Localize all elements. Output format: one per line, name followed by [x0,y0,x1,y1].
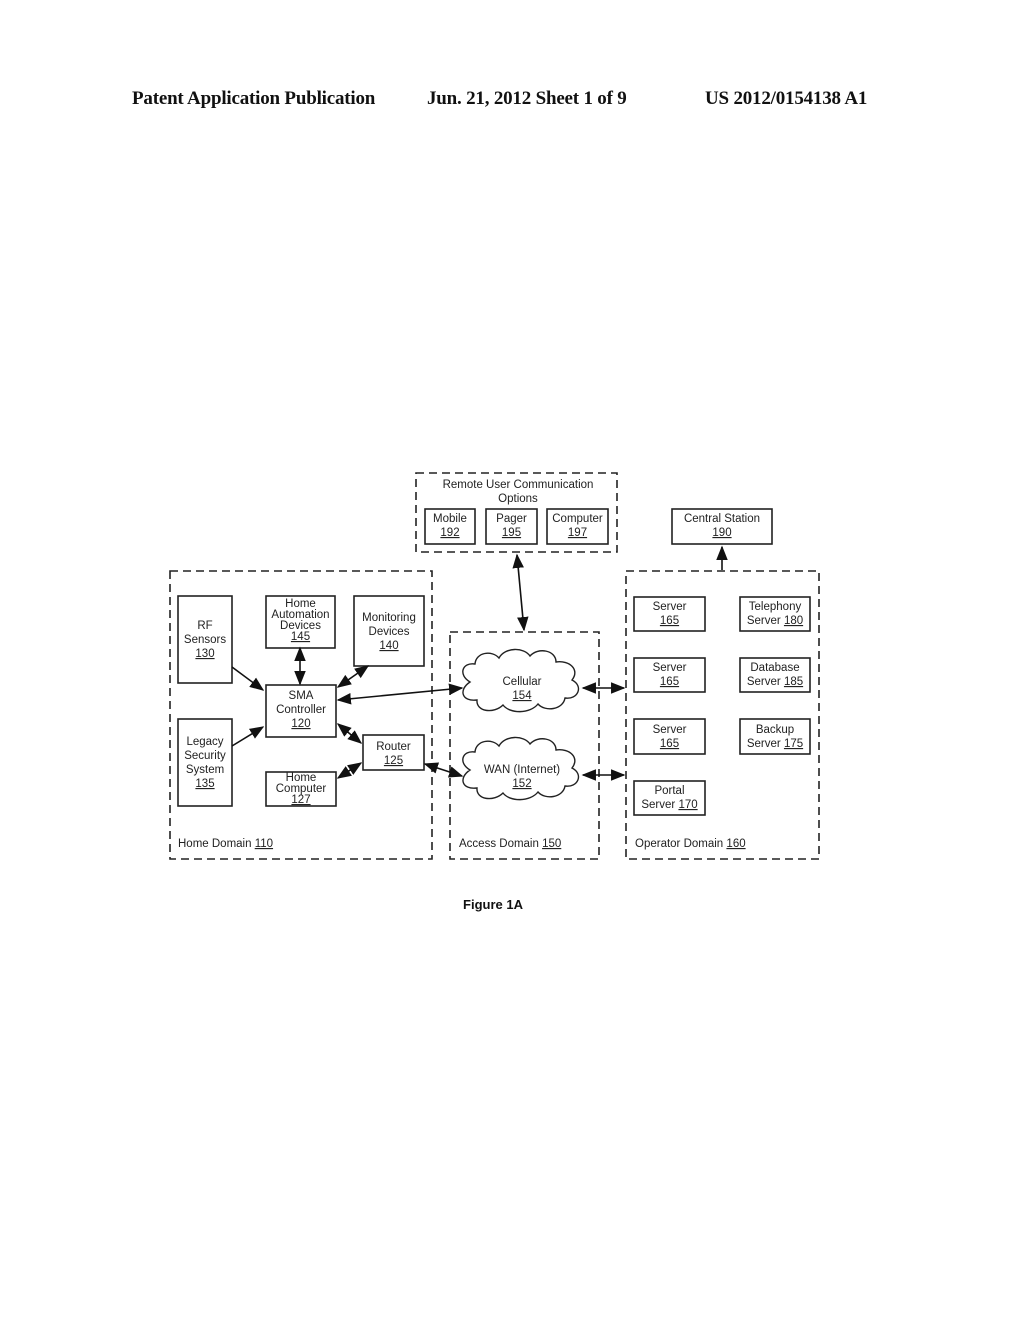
monitoring-ref: 140 [379,640,398,652]
backup-server-ref: Server 175 [747,738,803,750]
router-node: Router 125 [362,734,425,771]
sma-controller-ref: 120 [291,718,310,730]
wan-ref: 152 [512,778,531,790]
legacy-security-label: Legacy [186,736,223,748]
arrow-monitoring-sma [336,665,370,688]
portal-server-ref: Server 170 [641,799,697,811]
legacy-security-label: Security [184,750,226,762]
database-server-label: Database [750,662,799,674]
home-automation-ref: 145 [291,631,310,643]
arrow-legacy-to-sma [231,726,265,747]
rf-sensors-node: RF Sensors 130 [177,595,233,684]
arrow-computer-router [336,762,363,779]
home-domain-label: Home Domain 110 [178,838,273,850]
portal-server-node: Portal Server 170 [633,780,706,816]
legacy-security-node: Legacy Security System 135 [177,718,233,807]
rf-sensors-ref: 130 [195,648,214,660]
arrow-rf-to-sma [231,666,265,691]
arrow-router-wan [423,762,464,778]
home-computer-ref: 127 [291,794,310,806]
mobile-label: Mobile [433,513,467,525]
server-1-node: Server 165 [633,596,706,632]
remote-options-title-2: Options [498,493,538,505]
computer-ref: 197 [568,527,587,539]
rf-sensors-label: RF [197,620,212,632]
monitoring-node: Monitoring Devices 140 [353,595,425,667]
pager-ref: 195 [502,527,521,539]
sma-controller-node: SMA Controller 120 [265,684,337,738]
telephony-server-label: Telephony [749,601,802,613]
arrow-sma-router [336,723,363,744]
server-2-node: Server 165 [633,657,706,693]
router-ref: 125 [384,755,403,767]
server-3-node: Server 165 [633,718,706,755]
cellular-label: Cellular [503,676,542,688]
backup-server-node: Backup Server 175 [739,718,811,755]
computer-label: Computer [552,513,603,525]
server-2-ref: 165 [660,676,679,688]
cellular-ref: 154 [512,690,532,702]
operator-domain-label: Operator Domain 160 [635,838,746,850]
mobile-node: Mobile 192 [424,508,476,545]
router-label: Router [376,741,411,753]
figure-caption: Figure 1A [463,897,524,912]
pager-label: Pager [496,513,527,525]
arrow-sma-cellular [336,683,464,705]
server-1-ref: 165 [660,615,679,627]
home-computer-node: HomeComputer127 [265,771,337,807]
legacy-security-ref: 135 [195,778,214,790]
sma-controller-label: SMA [289,690,314,702]
access-domain-label: Access Domain 150 [459,838,561,850]
pager-node: Pager 195 [485,508,538,545]
legacy-security-box [177,718,233,807]
sma-controller-label: Controller [276,704,326,716]
legacy-security-label: System [186,764,224,776]
rf-sensors-label: Sensors [184,634,226,646]
wan-label: WAN (Internet) [484,764,560,776]
database-server-node: Database Server 185 [739,657,811,693]
central-station-ref: 190 [712,527,731,539]
portal-server-label: Portal [654,785,684,797]
central-station-label: Central Station [684,513,760,525]
system-diagram: Home Domain 110 Access Domain 150 Operat… [169,472,820,912]
arrow-remote-access [512,553,529,632]
telephony-server-node: Telephony Server 180 [739,596,811,632]
remote-options-title: Remote User Communication [443,479,594,491]
monitoring-label: Monitoring [362,612,416,624]
backup-server-label: Backup [756,724,794,736]
computer-node: Computer 197 [546,508,609,545]
monitoring-label: Devices [369,626,410,638]
home-automation-node: HomeAutomationDevices145 [265,595,336,649]
server-1-label: Server [653,601,687,613]
telephony-server-ref: Server 180 [747,615,803,627]
server-2-label: Server [653,662,687,674]
server-3-ref: 165 [660,738,679,750]
central-station-node: Central Station 190 [671,508,773,545]
database-server-ref: Server 185 [747,676,803,688]
server-3-label: Server [653,724,687,736]
mobile-ref: 192 [440,527,459,539]
